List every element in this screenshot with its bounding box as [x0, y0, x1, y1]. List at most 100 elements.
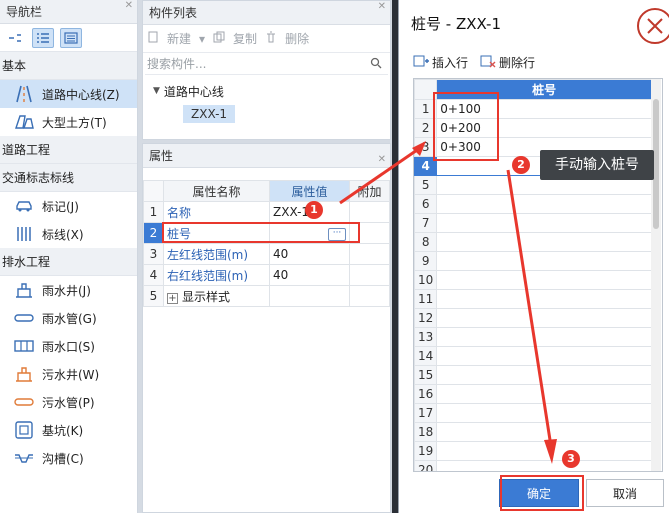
- station-cell[interactable]: [436, 460, 652, 471]
- table-row[interactable]: 13: [414, 327, 652, 347]
- search-input[interactable]: [145, 53, 388, 74]
- name-header: 属性名称: [163, 180, 270, 202]
- new-button[interactable]: 新建: [167, 30, 191, 47]
- station-cell[interactable]: [436, 213, 652, 233]
- property-value-station[interactable]: ···: [269, 222, 350, 244]
- nav-item-rain-pipe[interactable]: 雨水管(G): [0, 304, 137, 332]
- table-row[interactable]: 17: [414, 403, 652, 423]
- rain-inlet-icon: [14, 337, 34, 355]
- nav-item-rain-well[interactable]: 雨水井(J): [0, 276, 137, 304]
- station-cell[interactable]: [436, 289, 652, 309]
- table-row[interactable]: 10: [414, 270, 652, 290]
- nav-category-drainage[interactable]: 排水工程: [0, 248, 137, 276]
- station-cell[interactable]: [436, 384, 652, 404]
- station-cell[interactable]: [436, 327, 652, 347]
- table-row[interactable]: 4 右红线范围(m) 40: [143, 264, 390, 286]
- table-row[interactable]: 1 名称 ZXX-1: [143, 201, 390, 223]
- row-number: 1: [143, 201, 164, 223]
- delete-button[interactable]: 删除: [285, 30, 309, 47]
- step-marker-1: 1: [305, 201, 323, 219]
- nav-item-marker[interactable]: 标记(J): [0, 192, 137, 220]
- station-cell[interactable]: [436, 422, 652, 442]
- station-cell[interactable]: [436, 365, 652, 385]
- copy-icon: [213, 31, 225, 46]
- table-row[interactable]: 19: [414, 441, 652, 461]
- table-row[interactable]: 9: [414, 251, 652, 271]
- pin-icon[interactable]: ✕: [125, 0, 133, 18]
- table-row[interactable]: 11: [414, 289, 652, 309]
- ok-button[interactable]: 确定: [499, 479, 579, 507]
- property-extra[interactable]: [349, 201, 390, 223]
- list-view-icon[interactable]: [32, 27, 54, 48]
- road-centerline-icon: [14, 85, 34, 103]
- station-cell[interactable]: [436, 346, 652, 366]
- property-extra[interactable]: [349, 222, 390, 244]
- tree-node-zxx1[interactable]: ZXX-1: [183, 105, 236, 123]
- row-number: 5: [143, 285, 164, 307]
- station-cell[interactable]: [436, 403, 652, 423]
- delete-row-button[interactable]: 删除行: [480, 54, 535, 71]
- table-row[interactable]: 3 左红线范围(m) 40: [143, 243, 390, 265]
- station-cell[interactable]: 0+100: [436, 99, 652, 119]
- nav-item-earthwork[interactable]: 大型土方(T): [0, 108, 137, 136]
- table-row[interactable]: 7: [414, 213, 652, 233]
- table-row[interactable]: 16: [414, 384, 652, 404]
- nav-category-traffic-signs[interactable]: 交通标志标线: [0, 164, 137, 192]
- property-extra[interactable]: [349, 285, 390, 307]
- row-number: 3: [143, 243, 164, 265]
- station-cell[interactable]: [436, 308, 652, 328]
- table-row[interactable]: 20: [414, 460, 652, 471]
- table-row[interactable]: 5 + 显示样式: [143, 285, 390, 307]
- station-cell[interactable]: 0+200: [436, 118, 652, 138]
- nav-category-basic[interactable]: 基本: [0, 52, 137, 80]
- station-column-header[interactable]: 桩号: [436, 79, 652, 100]
- cancel-button[interactable]: 取消: [586, 479, 664, 507]
- station-cell[interactable]: [436, 441, 652, 461]
- search-icon[interactable]: [370, 57, 382, 72]
- close-button[interactable]: [637, 8, 669, 44]
- nav-item-trench[interactable]: 沟槽(C): [0, 444, 137, 472]
- property-value[interactable]: 40: [269, 264, 350, 286]
- copy-button[interactable]: 复制: [233, 30, 257, 47]
- table-row[interactable]: 6: [414, 194, 652, 214]
- detail-view-icon[interactable]: [60, 27, 82, 48]
- table-row[interactable]: 2 桩号 ···: [143, 222, 390, 244]
- table-row[interactable]: 8: [414, 232, 652, 252]
- property-extra[interactable]: [349, 243, 390, 265]
- pin-icon[interactable]: ✕: [378, 0, 386, 19]
- nav-item-marking-line[interactable]: 标线(X): [0, 220, 137, 248]
- station-cell[interactable]: [436, 251, 652, 271]
- nav-item-sewage-pipe[interactable]: 污水管(P): [0, 388, 137, 416]
- table-row[interactable]: 2 0+200: [414, 118, 652, 138]
- station-cell[interactable]: [436, 194, 652, 214]
- ellipsis-button[interactable]: ···: [328, 228, 346, 241]
- property-value[interactable]: 40: [269, 243, 350, 265]
- table-row[interactable]: 18: [414, 422, 652, 442]
- nav-category-road-engineering[interactable]: 道路工程: [0, 136, 137, 164]
- property-name-text: 显示样式: [182, 289, 231, 304]
- tree-node-parent[interactable]: ▼ 道路中心线: [153, 81, 390, 101]
- close-icon[interactable]: ✕: [378, 148, 386, 172]
- table-row[interactable]: 14: [414, 346, 652, 366]
- nav-item-label: 标线(X): [42, 227, 84, 242]
- table-row[interactable]: 1 0+100: [414, 99, 652, 119]
- row-number: 11: [414, 289, 438, 309]
- table-header-row: 属性名称 属性值 附加: [143, 180, 390, 202]
- vertical-scrollbar[interactable]: [651, 79, 661, 471]
- table-row[interactable]: 15: [414, 365, 652, 385]
- property-name[interactable]: + 显示样式: [163, 285, 270, 307]
- nav-item-sewage-well[interactable]: 污水井(W): [0, 360, 137, 388]
- nav-item-rain-inlet[interactable]: 雨水口(S): [0, 332, 137, 360]
- property-value[interactable]: [269, 285, 350, 307]
- expand-plus-icon[interactable]: +: [167, 292, 178, 304]
- nav-item-foundation-pit[interactable]: 基坑(K): [0, 416, 137, 444]
- station-cell[interactable]: [436, 232, 652, 252]
- property-extra[interactable]: [349, 264, 390, 286]
- dropdown-icon[interactable]: ▾: [199, 32, 205, 46]
- collapse-icon[interactable]: [4, 28, 26, 48]
- expand-icon[interactable]: ▼: [153, 86, 160, 96]
- nav-item-road-centerline[interactable]: 道路中心线(Z): [0, 80, 137, 108]
- table-row[interactable]: 12: [414, 308, 652, 328]
- station-cell[interactable]: [436, 270, 652, 290]
- insert-row-button[interactable]: 插入行: [413, 54, 468, 71]
